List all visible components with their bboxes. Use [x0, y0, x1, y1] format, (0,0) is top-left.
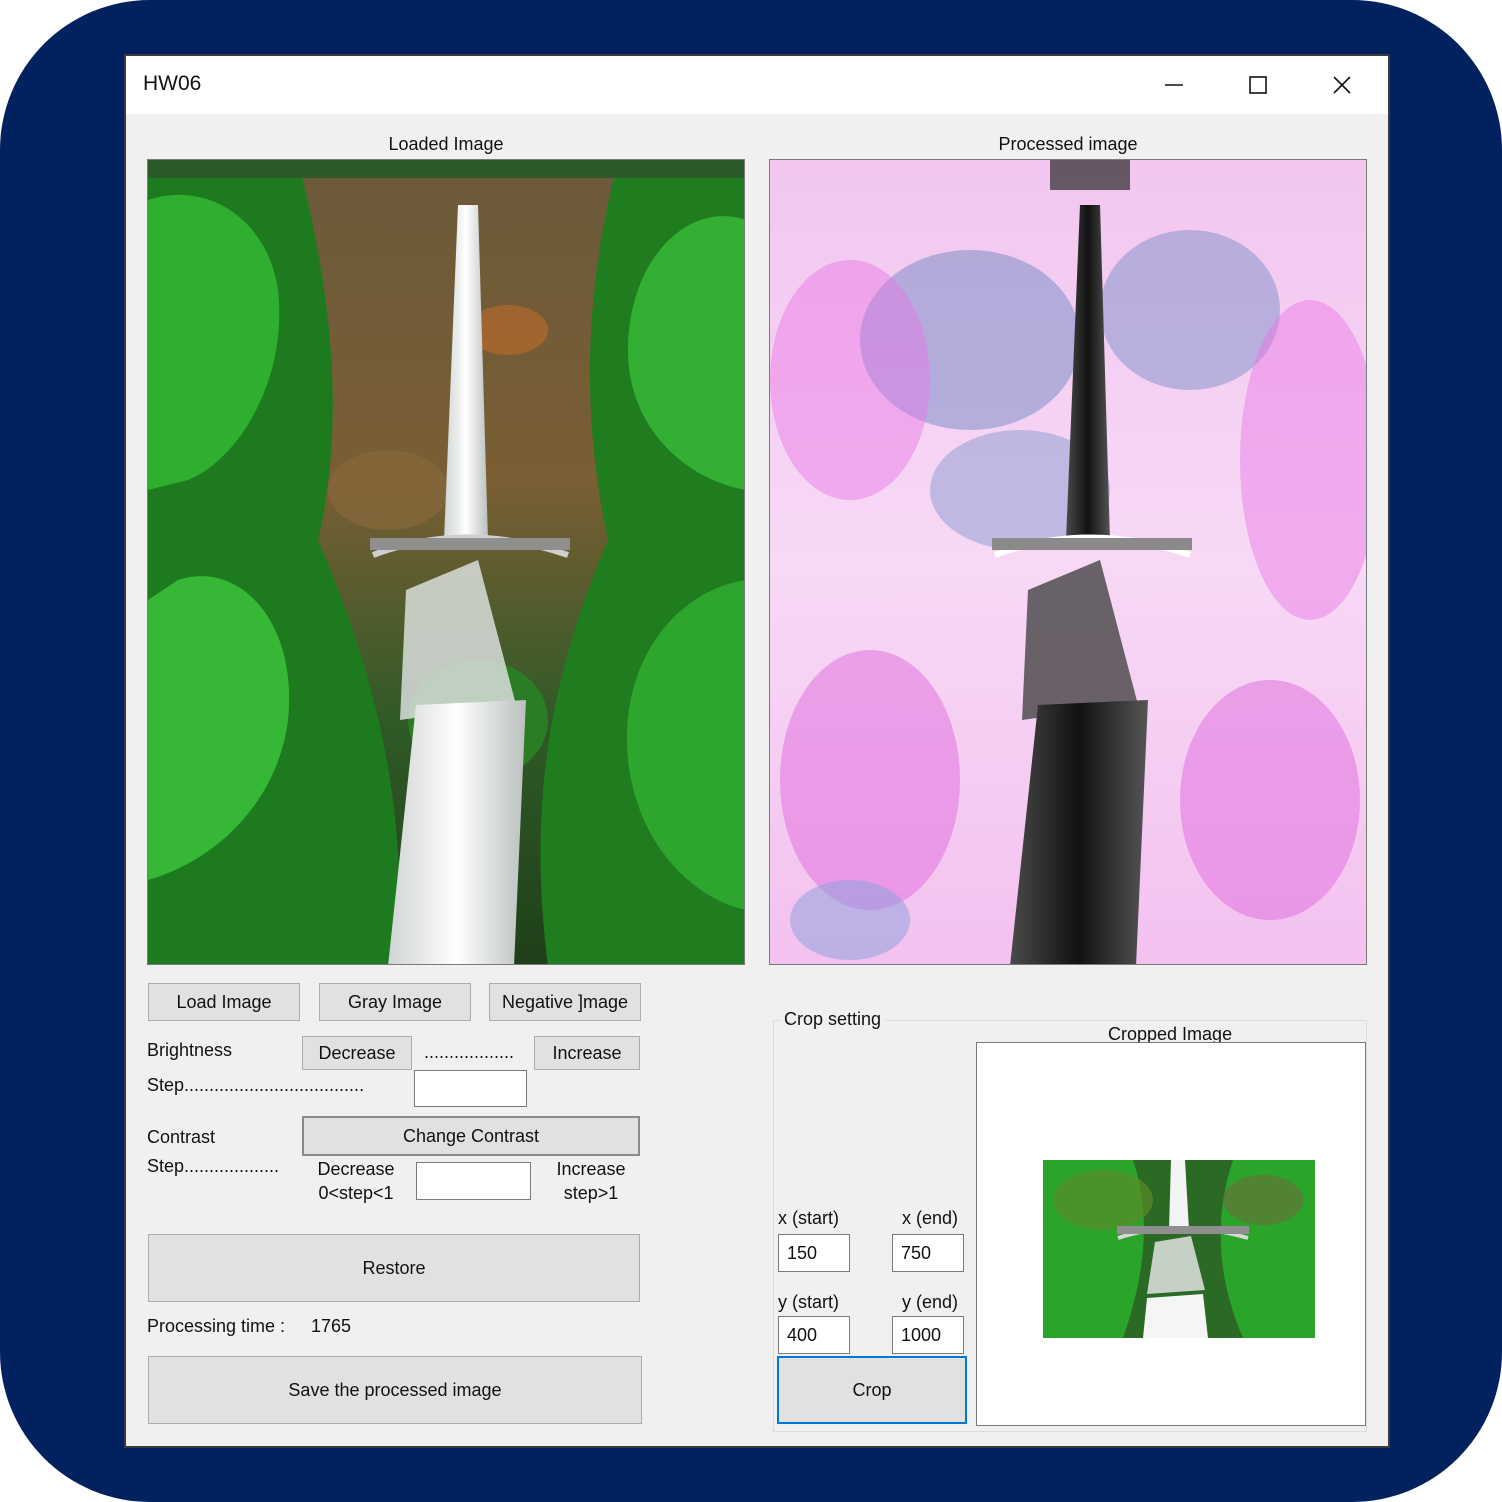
gray-image-button[interactable]: Gray Image — [319, 983, 471, 1021]
cropped-image — [1043, 1160, 1315, 1338]
loaded-image-label: Loaded Image — [388, 134, 504, 154]
brightness-label: Brightness — [147, 1040, 233, 1060]
close-icon — [1333, 76, 1351, 94]
change-contrast-button[interactable]: Change Contrast — [302, 1116, 640, 1156]
x-start-input[interactable] — [778, 1234, 850, 1272]
window-title: HW06 — [143, 72, 202, 95]
y-end-input[interactable] — [892, 1316, 964, 1354]
x-start-label: x (start) — [778, 1208, 839, 1228]
contrast-increase-label: Increase — [556, 1159, 626, 1179]
title-bar: HW06 — [126, 56, 1388, 114]
brightness-dots: .................. — [424, 1042, 515, 1062]
crop-setting-label: Crop setting — [780, 1009, 886, 1030]
brightness-decrease-button[interactable]: Decrease — [302, 1036, 412, 1070]
contrast-decrease-hint: 0<step<1 — [318, 1183, 394, 1203]
processed-image — [769, 159, 1367, 965]
x-end-label: x (end) — [902, 1208, 959, 1228]
maximize-button[interactable] — [1216, 56, 1300, 114]
contrast-step-input[interactable] — [416, 1162, 531, 1200]
loaded-image — [147, 159, 745, 965]
crop-button[interactable]: Crop — [777, 1356, 967, 1424]
y-start-label: y (start) — [778, 1292, 839, 1312]
cropped-image-panel — [976, 1042, 1366, 1426]
y-end-label: y (end) — [902, 1292, 959, 1312]
processing-time-value: 1765 — [311, 1316, 352, 1336]
load-image-button[interactable]: Load Image — [148, 983, 300, 1021]
y-start-input[interactable] — [778, 1316, 850, 1354]
contrast-decrease-label: Decrease — [317, 1159, 395, 1179]
save-processed-image-button[interactable]: Save the processed image — [148, 1356, 642, 1424]
background-frame: HW06 Loaded Image Processed image Load I… — [0, 0, 1502, 1502]
minimize-icon — [1165, 84, 1183, 86]
brightness-step-input[interactable] — [414, 1070, 527, 1107]
processed-image-label: Processed image — [998, 134, 1138, 154]
processing-time-label: Processing time : — [147, 1316, 286, 1336]
contrast-label: Contrast — [147, 1127, 216, 1147]
minimize-button[interactable] — [1132, 56, 1216, 114]
close-button[interactable] — [1300, 56, 1384, 114]
contrast-step-label: Step................... — [147, 1156, 280, 1176]
brightness-step-label: Step.................................... — [147, 1075, 365, 1095]
app-window: HW06 Loaded Image Processed image Load I… — [126, 56, 1388, 1446]
restore-button[interactable]: Restore — [148, 1234, 640, 1302]
maximize-icon — [1249, 76, 1267, 94]
negative-image-button[interactable]: Negative ]mage — [489, 983, 641, 1021]
x-end-input[interactable] — [892, 1234, 964, 1272]
contrast-increase-hint: step>1 — [563, 1183, 619, 1203]
brightness-increase-button[interactable]: Increase — [534, 1036, 640, 1070]
